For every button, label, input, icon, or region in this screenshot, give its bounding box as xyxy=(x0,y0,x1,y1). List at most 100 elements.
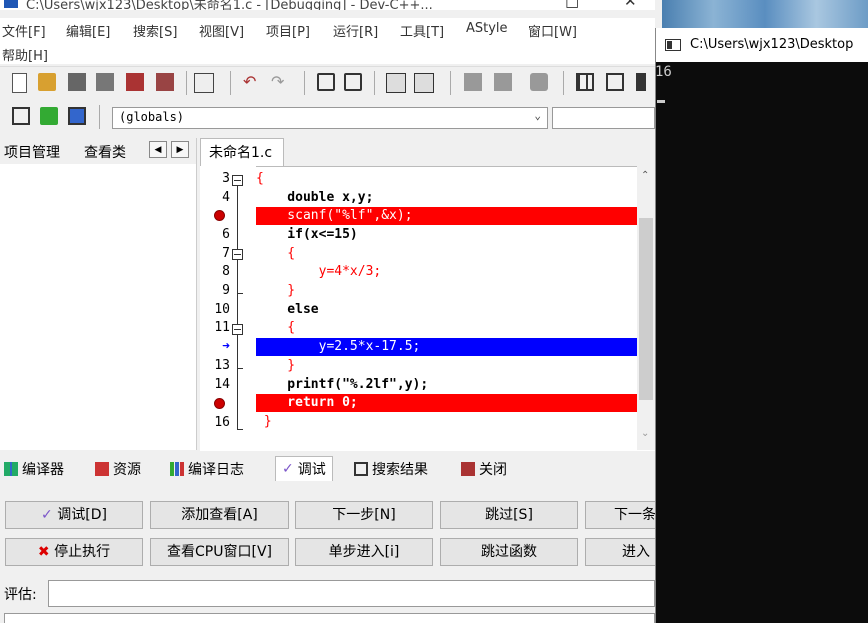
bookmark-icon[interactable] xyxy=(414,73,434,93)
line-number: 3 xyxy=(222,171,230,186)
tab-debug[interactable]: ✓ 调试 xyxy=(275,456,333,481)
menu-search[interactable]: 搜索[S] xyxy=(133,21,177,40)
scroll-up-icon[interactable]: ⌃ xyxy=(641,170,649,181)
toggle-comment-icon[interactable] xyxy=(530,73,548,91)
window-icon[interactable] xyxy=(606,73,624,91)
new-file-icon[interactable] xyxy=(12,73,27,93)
evaluate-input[interactable] xyxy=(48,580,655,607)
find-icon[interactable] xyxy=(317,73,335,91)
console-output: 16 xyxy=(655,64,672,80)
step-into-button[interactable]: 单步进入[i] xyxy=(295,538,433,566)
goto-line-icon[interactable] xyxy=(386,73,406,93)
tab-search-results[interactable]: 搜索结果 xyxy=(354,459,428,479)
tab-close[interactable]: 关闭 xyxy=(461,459,507,479)
chevron-down-icon: ⌄ xyxy=(534,109,541,122)
menu-help[interactable]: 帮助[H] xyxy=(2,45,48,64)
close-icon[interactable]: ✕ xyxy=(624,0,637,10)
function-select[interactable] xyxy=(552,107,655,129)
menu-view[interactable]: 视图[V] xyxy=(199,21,244,40)
editor-scrollbar[interactable]: ⌃ ⌄ xyxy=(637,166,655,450)
line-number: 4 xyxy=(222,190,230,205)
save-icon[interactable] xyxy=(68,73,86,91)
enter-button[interactable]: 进入 xyxy=(585,538,655,566)
scrollbar-thumb[interactable] xyxy=(639,218,653,400)
tab-scroll-right-icon[interactable]: ▶ xyxy=(171,141,189,158)
grid-layout-icon[interactable] xyxy=(576,73,594,91)
menu-astyle[interactable]: AStyle xyxy=(466,21,508,36)
replace-icon[interactable] xyxy=(344,73,362,91)
chart-icon xyxy=(170,462,184,476)
line-number: 7 xyxy=(222,246,230,261)
tab-resources[interactable]: 资源 xyxy=(95,459,141,479)
stop-execution-button[interactable]: ✖ 停止执行 xyxy=(5,538,143,566)
breakpoint-icon[interactable] xyxy=(214,398,225,409)
toolbar-separator xyxy=(450,71,451,95)
menu-edit[interactable]: 编辑[E] xyxy=(66,21,110,40)
breakpoint-icon[interactable] xyxy=(214,210,225,221)
stop-x-icon: ✖ xyxy=(37,544,50,560)
scope-select[interactable]: (globals) ⌄ xyxy=(112,107,548,129)
debug-button[interactable]: ✓ 调试[D] xyxy=(5,501,143,529)
close-all-icon[interactable] xyxy=(156,73,174,91)
code-line: else xyxy=(256,302,319,317)
line-number: 16 xyxy=(214,415,230,430)
toolbar-separator xyxy=(374,71,375,95)
devcpp-app-icon xyxy=(4,0,18,8)
console-window[interactable] xyxy=(655,28,868,623)
code-line: { xyxy=(256,320,296,335)
left-panel-tabs: 项目管理 查看类 ◀ ▶ xyxy=(0,138,196,164)
next-step-button[interactable]: 下一步[N] xyxy=(295,501,433,529)
menu-run[interactable]: 运行[R] xyxy=(333,21,378,40)
menu-window[interactable]: 窗口[W] xyxy=(528,21,577,40)
fold-toggle-icon[interactable] xyxy=(232,249,243,260)
unindent-icon[interactable] xyxy=(494,73,512,91)
redo-icon[interactable]: ↷ xyxy=(271,73,289,91)
close-file-icon[interactable] xyxy=(126,73,144,91)
line-number: 14 xyxy=(214,377,230,392)
debug-output-box xyxy=(4,613,655,623)
menu-tools[interactable]: 工具[T] xyxy=(400,21,444,40)
open-file-icon[interactable] xyxy=(38,73,56,91)
add-watch-button[interactable]: 添加查看[A] xyxy=(150,501,289,529)
check-icon: ✓ xyxy=(41,507,53,523)
window-title: C:\Users\wjx123\Desktop\未命名1.c - [Debugg… xyxy=(26,0,433,10)
fullscreen-icon[interactable] xyxy=(636,73,646,91)
scroll-down-icon[interactable]: ⌄ xyxy=(641,428,649,439)
maximize-icon[interactable]: □ xyxy=(565,0,579,10)
console-title-bar[interactable]: C:\Users\wjx123\Desktop xyxy=(655,28,868,62)
toolbar-separator xyxy=(304,71,305,95)
code-line: } xyxy=(256,358,296,373)
console-cursor xyxy=(657,100,665,103)
project-panel xyxy=(0,138,197,450)
insert-icon[interactable] xyxy=(40,107,58,125)
menu-project[interactable]: 项目[P] xyxy=(266,21,310,40)
code-line: y=4*x/3; xyxy=(256,264,382,279)
tab-compile-log[interactable]: 编译日志 xyxy=(170,459,244,479)
next-instruction-button[interactable]: 下一条 xyxy=(585,501,655,529)
step-over-function-button[interactable]: 跳过函数 xyxy=(440,538,578,566)
compiler-icon xyxy=(4,462,18,476)
tab-scroll-left-icon[interactable]: ◀ xyxy=(149,141,167,158)
console-app-icon xyxy=(665,39,681,51)
code-line: printf("%.2lf",y); xyxy=(256,377,429,392)
bottom-panel-tabs: 编译器 资源 编译日志 ✓ 调试 搜索结果 关闭 xyxy=(0,455,655,485)
goto-icon[interactable] xyxy=(12,107,30,125)
current-execution-line: y=2.5*x-17.5; xyxy=(256,338,637,356)
print-icon[interactable] xyxy=(194,73,214,93)
skip-button[interactable]: 跳过[S] xyxy=(440,501,578,529)
menu-bar: 文件[F] 编辑[E] 搜索[S] 视图[V] 项目[P] 运行[R] 工具[T… xyxy=(0,18,655,64)
toggle-bookmark-icon[interactable] xyxy=(68,107,86,125)
indent-icon[interactable] xyxy=(464,73,482,91)
save-all-icon[interactable] xyxy=(96,73,114,91)
fold-toggle-icon[interactable] xyxy=(232,324,243,335)
close-panel-icon xyxy=(461,462,475,476)
tab-project-manager[interactable]: 项目管理 xyxy=(4,142,60,162)
view-cpu-window-button[interactable]: 查看CPU窗口[V] xyxy=(150,538,289,566)
editor-tab[interactable]: 未命名1.c xyxy=(200,138,284,166)
tab-compiler[interactable]: 编译器 xyxy=(4,459,64,479)
fold-toggle-icon[interactable] xyxy=(232,175,243,186)
undo-icon[interactable]: ↶ xyxy=(243,73,261,91)
desktop-background xyxy=(662,0,868,28)
menu-file[interactable]: 文件[F] xyxy=(2,21,46,40)
tab-class-browser[interactable]: 查看类 xyxy=(84,142,126,162)
